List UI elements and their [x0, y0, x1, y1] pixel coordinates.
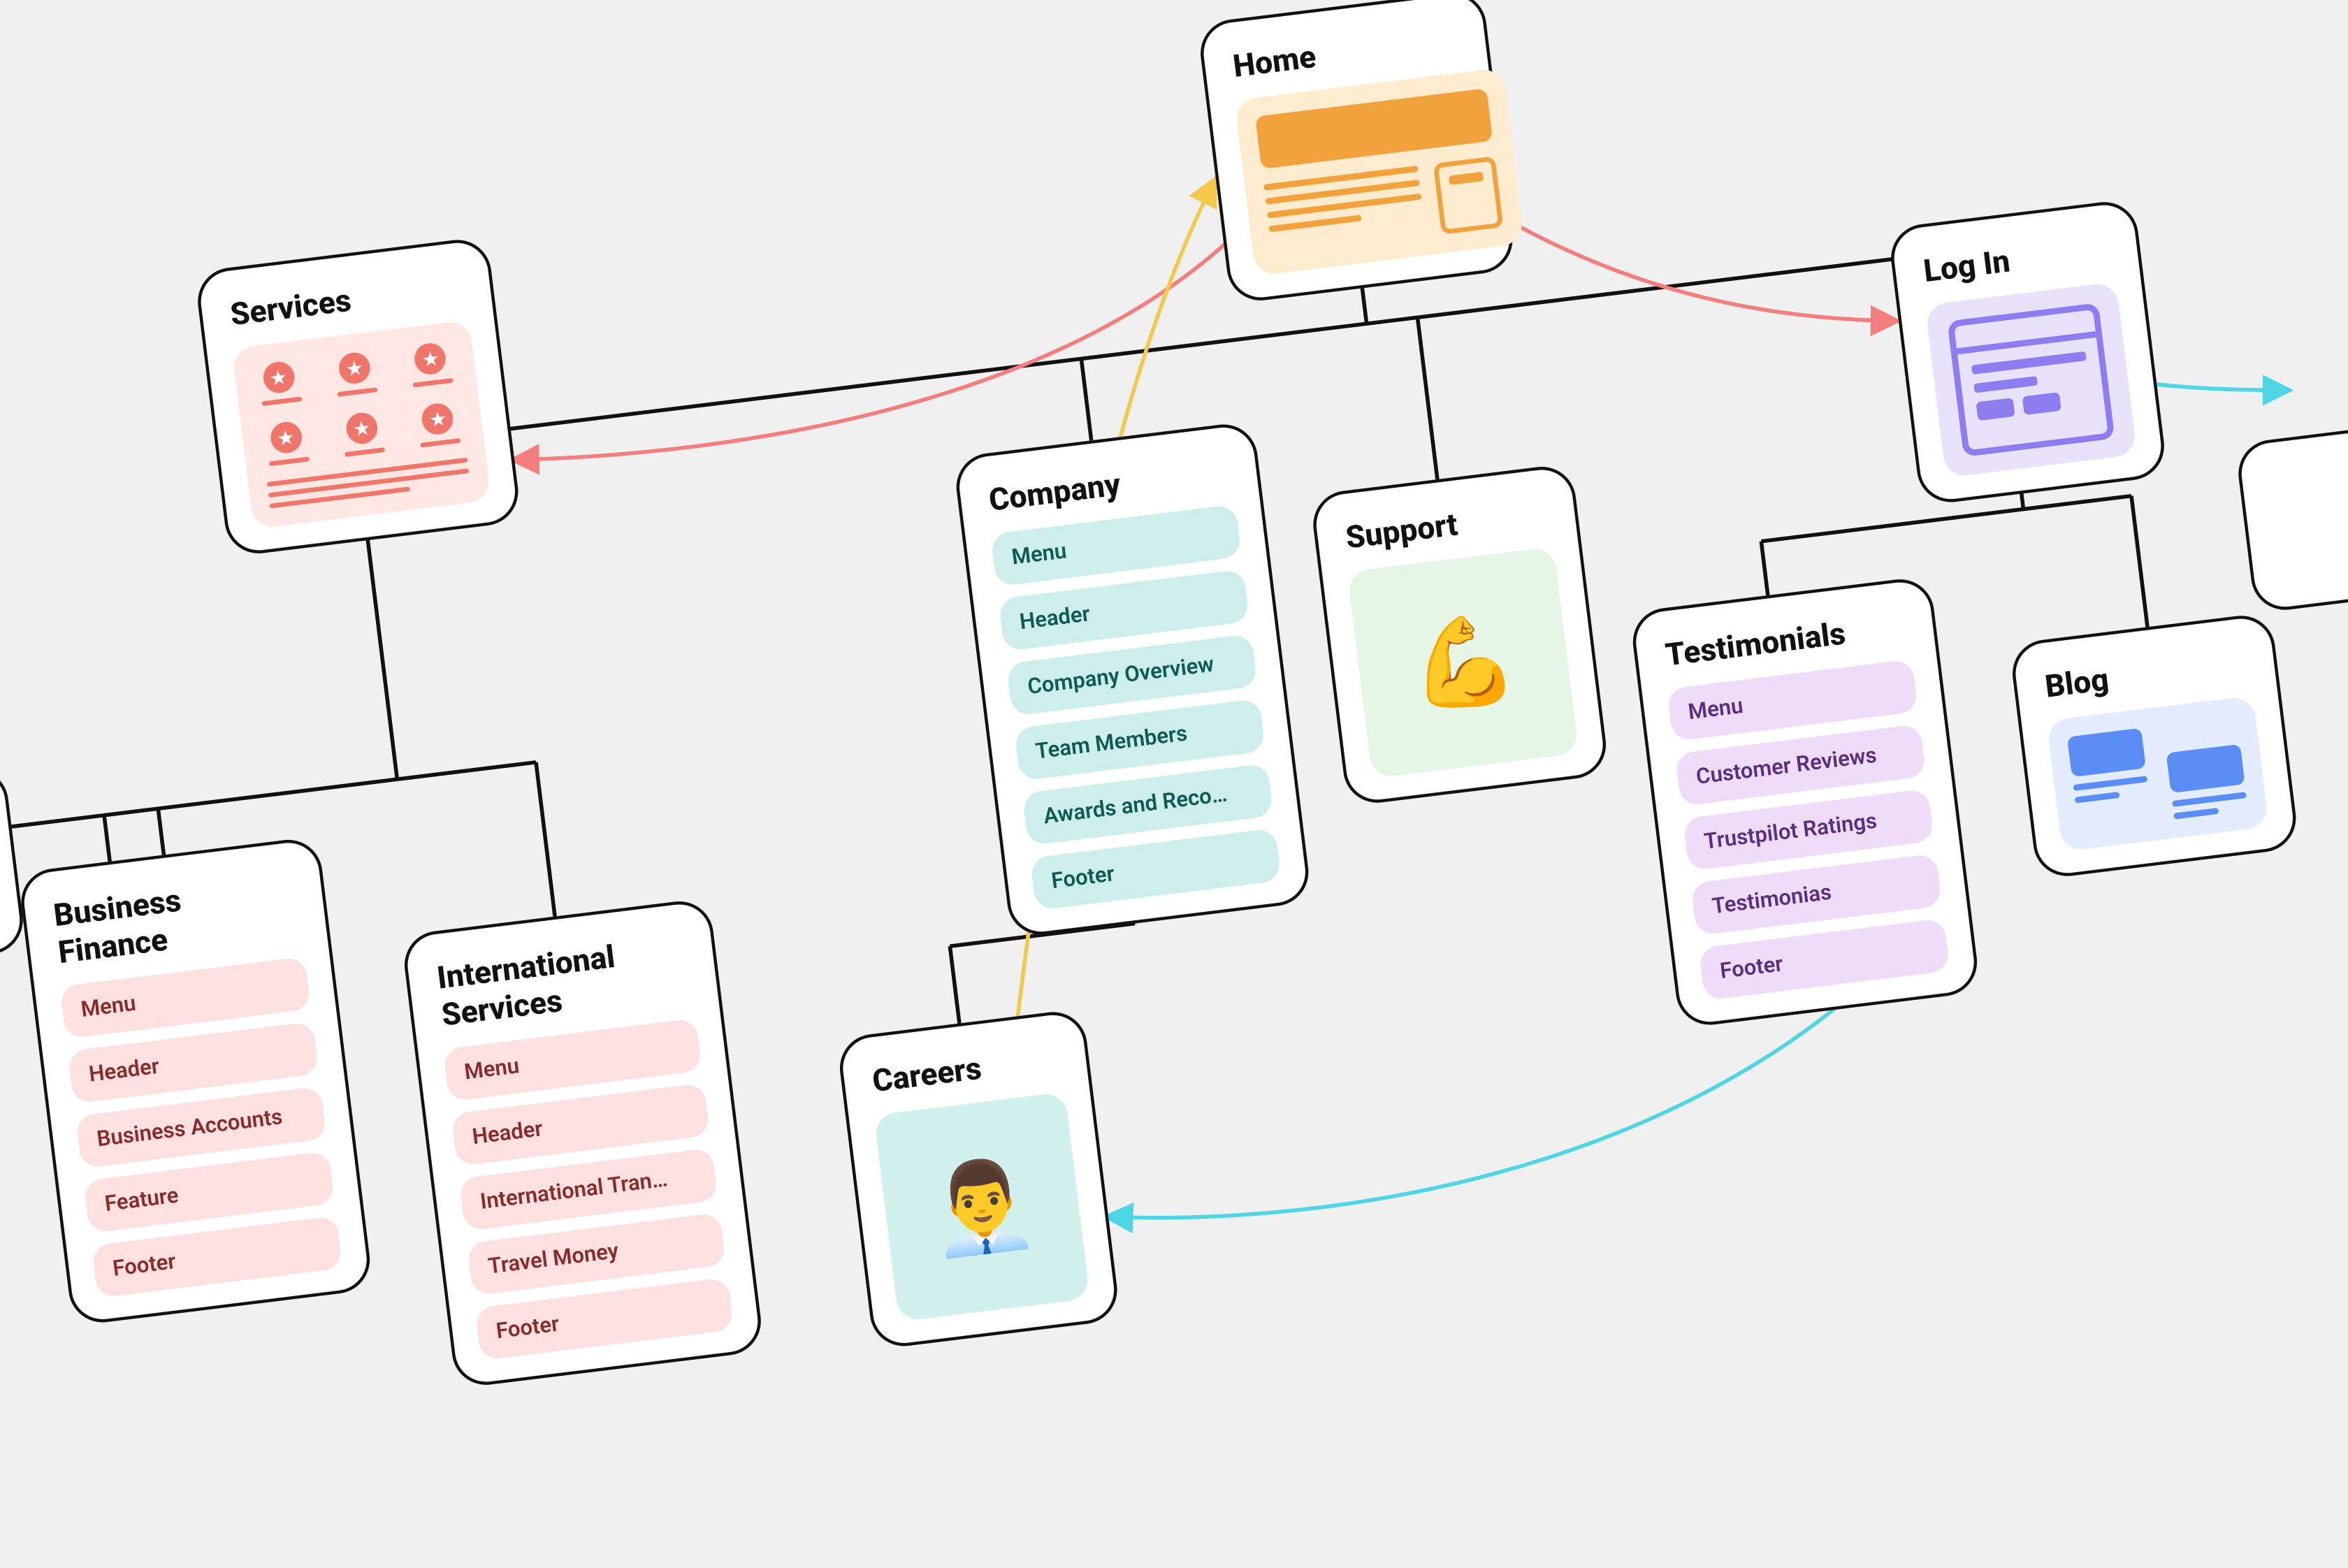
tree-login-to-blog [2131, 496, 2147, 627]
node-title: Business Finance [52, 867, 300, 971]
intl-sections: Menu Header International Tran… Travel M… [443, 1018, 734, 1360]
node-services[interactable]: Services ★ ★ ★ ★ ★ ★ [194, 236, 522, 558]
node-title: Log In [1922, 230, 2111, 289]
services-thumbnail: ★ ★ ★ ★ ★ ★ [231, 319, 491, 529]
node-title: Support [1344, 495, 1549, 556]
node-careers[interactable]: Careers 👨‍💼 [836, 1008, 1121, 1350]
node-blog[interactable]: Blog [2008, 612, 2300, 880]
node-title: Careers [870, 1040, 1059, 1099]
node-international-services[interactable]: International Services Menu Header Inter… [400, 897, 764, 1388]
tree-login-to-testimonials [1761, 542, 1767, 595]
node-offscreen-left[interactable] [0, 765, 27, 982]
node-title: Home [1231, 20, 1460, 85]
support-thumbnail: 💪 [1347, 546, 1579, 778]
office-worker-emoji-icon: 👨‍💼 [922, 1149, 1042, 1265]
company-sections: Menu Header Company Overview Team Member… [990, 504, 1282, 911]
testimonials-sections: Menu Customer Reviews Trustpilot Ratings… [1667, 659, 1950, 1001]
node-home[interactable]: Home [1196, 0, 1516, 305]
careers-thumbnail: 👨‍💼 [874, 1091, 1090, 1321]
home-thumbnail [1234, 68, 1524, 277]
node-title: Services [229, 268, 465, 333]
blog-thumbnail [2046, 695, 2269, 852]
node-business-finance[interactable]: Business Finance Menu Header Business Ac… [17, 836, 374, 1326]
tree-services-to-business [158, 808, 164, 855]
tree-services-to-intl [536, 762, 555, 917]
node-testimonials[interactable]: Testimonials Menu Customer Reviews Trust… [1629, 576, 1981, 1029]
node-offscreen-right[interactable] [2235, 419, 2348, 614]
node-login[interactable]: Log In [1887, 198, 2168, 507]
node-company[interactable]: Company Menu Header Company Overview Tea… [952, 421, 1312, 938]
business-sections: Menu Header Business Accounts Feature Fo… [59, 957, 343, 1298]
node-title: International Services [435, 929, 690, 1033]
flex-emoji-icon: 💪 [1403, 605, 1523, 720]
tree-home-to-support [1417, 317, 1437, 479]
link-home-to-login [1486, 159, 1899, 370]
tree-home-to-company [1081, 358, 1091, 440]
link-home-to-services [495, 238, 1248, 468]
login-thumbnail [1925, 282, 2137, 478]
node-support[interactable]: Support 💪 [1310, 463, 1610, 806]
tree-company-to-careers [950, 946, 959, 1023]
node-title: Blog [2043, 644, 2247, 705]
